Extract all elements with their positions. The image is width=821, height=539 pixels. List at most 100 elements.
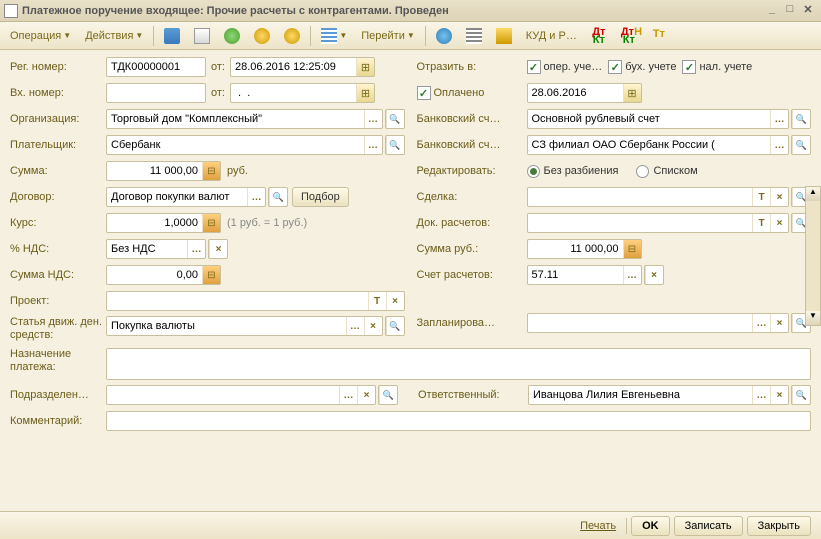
podbor-button[interactable]: Подбор xyxy=(292,187,349,207)
resp-search[interactable] xyxy=(791,385,811,405)
ellipsis-icon[interactable] xyxy=(346,317,364,335)
ellipsis-icon[interactable] xyxy=(623,266,641,284)
calculator-icon[interactable] xyxy=(202,266,220,284)
text-icon[interactable] xyxy=(368,292,386,310)
ellipsis-icon[interactable] xyxy=(339,386,357,404)
radio-list[interactable] xyxy=(636,165,649,178)
acc-field[interactable] xyxy=(527,265,642,285)
reg-num-field[interactable] xyxy=(106,57,206,77)
search-icon[interactable] xyxy=(386,110,404,128)
clear-icon[interactable] xyxy=(770,386,788,404)
text-icon[interactable] xyxy=(752,188,770,206)
sum-field[interactable] xyxy=(106,161,221,181)
calculator-icon[interactable] xyxy=(202,162,220,180)
clear-icon[interactable] xyxy=(770,188,788,206)
minimize-button[interactable]: _ xyxy=(763,3,781,19)
ellipsis-icon[interactable] xyxy=(752,314,770,332)
contract-field[interactable] xyxy=(106,187,266,207)
close-button[interactable]: ✕ xyxy=(799,3,817,19)
in-num-field[interactable] xyxy=(106,83,206,103)
dtkt2-button[interactable]: ДтНКт xyxy=(615,25,643,47)
purpose-field[interactable] xyxy=(106,348,811,380)
calendar-icon[interactable] xyxy=(356,58,374,76)
ellipsis-icon[interactable] xyxy=(770,110,788,128)
buh-checkbox[interactable] xyxy=(608,60,622,74)
paid-checkbox[interactable] xyxy=(417,86,431,100)
radio-no-split[interactable] xyxy=(527,165,540,178)
ok-button[interactable]: OK xyxy=(631,516,670,536)
ellipsis-icon[interactable] xyxy=(247,188,265,206)
rate-field[interactable] xyxy=(106,213,221,233)
structure-icon-button[interactable]: ▼ xyxy=(315,25,353,47)
paid-date-field[interactable] xyxy=(527,83,642,103)
oper-checkbox[interactable] xyxy=(527,60,541,74)
bank-acc2-field[interactable] xyxy=(527,135,790,155)
ellipsis-icon[interactable] xyxy=(752,386,770,404)
clear-icon[interactable] xyxy=(386,292,404,310)
calendar-icon[interactable] xyxy=(623,84,641,102)
resp-field[interactable] xyxy=(528,385,789,405)
acc-clear[interactable] xyxy=(644,265,664,285)
reg-date-field[interactable] xyxy=(230,57,375,77)
vat-sum-field[interactable] xyxy=(106,265,221,285)
ellipsis-icon[interactable] xyxy=(364,110,382,128)
settledoc-field[interactable] xyxy=(527,213,790,233)
save-button[interactable]: Записать xyxy=(674,516,743,536)
ellipsis-icon[interactable] xyxy=(187,240,205,258)
kudir-button[interactable]: КУД и Р… xyxy=(520,25,583,47)
help-icon-button[interactable] xyxy=(430,25,458,47)
search-icon[interactable] xyxy=(269,188,287,206)
clear-icon[interactable] xyxy=(209,240,227,258)
close-button[interactable]: Закрыть xyxy=(747,516,811,536)
dept-search[interactable] xyxy=(378,385,398,405)
list-icon-button[interactable] xyxy=(460,25,488,47)
comment-field[interactable] xyxy=(106,411,811,431)
planned-field[interactable] xyxy=(527,313,790,333)
search-icon[interactable] xyxy=(386,317,404,335)
bank-acc2-search[interactable] xyxy=(791,135,811,155)
copy-icon-button[interactable] xyxy=(188,25,216,47)
search-icon[interactable] xyxy=(386,136,404,154)
clear-icon[interactable] xyxy=(364,317,382,335)
cashflow-field[interactable] xyxy=(106,316,383,336)
in-date-field[interactable] xyxy=(230,83,375,103)
bank-acc-search[interactable] xyxy=(791,109,811,129)
refresh-icon-button[interactable] xyxy=(218,25,246,47)
dtkt-button[interactable]: ДтКт xyxy=(585,25,613,47)
clear-icon[interactable] xyxy=(770,214,788,232)
text-icon-button[interactable]: Тт xyxy=(645,25,673,47)
maximize-button[interactable]: □ xyxy=(781,3,799,19)
contract-search[interactable] xyxy=(268,187,288,207)
project-field[interactable] xyxy=(106,291,405,311)
clear-icon[interactable] xyxy=(645,266,663,284)
search-icon[interactable] xyxy=(379,386,397,404)
print-link[interactable]: Печать xyxy=(574,520,622,532)
search-icon[interactable] xyxy=(792,110,810,128)
operation-menu[interactable]: Операция▼ xyxy=(4,25,77,47)
payer-search[interactable] xyxy=(385,135,405,155)
tree-icon-button[interactable] xyxy=(490,25,518,47)
sum-rub-field[interactable] xyxy=(527,239,642,259)
clear-icon[interactable] xyxy=(357,386,375,404)
search-icon[interactable] xyxy=(792,386,810,404)
actions-menu[interactable]: Действия▼ xyxy=(79,25,149,47)
goto-menu[interactable]: Перейти▼ xyxy=(355,25,421,47)
cashflow-search[interactable] xyxy=(385,316,405,336)
unpost-icon-button[interactable] xyxy=(278,25,306,47)
bank-acc-field[interactable] xyxy=(527,109,790,129)
search-icon[interactable] xyxy=(792,136,810,154)
post-icon-button[interactable] xyxy=(248,25,276,47)
nal-checkbox[interactable] xyxy=(682,60,696,74)
org-search[interactable] xyxy=(385,109,405,129)
calculator-icon[interactable] xyxy=(202,214,220,232)
payer-field[interactable] xyxy=(106,135,383,155)
calendar-icon[interactable] xyxy=(356,84,374,102)
save-icon-button[interactable] xyxy=(158,25,186,47)
vat-pct-field[interactable] xyxy=(106,239,206,259)
deal-field[interactable] xyxy=(527,187,790,207)
text-icon[interactable] xyxy=(752,214,770,232)
ellipsis-icon[interactable] xyxy=(364,136,382,154)
ellipsis-icon[interactable] xyxy=(770,136,788,154)
vat-pct-clear[interactable] xyxy=(208,239,228,259)
clear-icon[interactable] xyxy=(770,314,788,332)
